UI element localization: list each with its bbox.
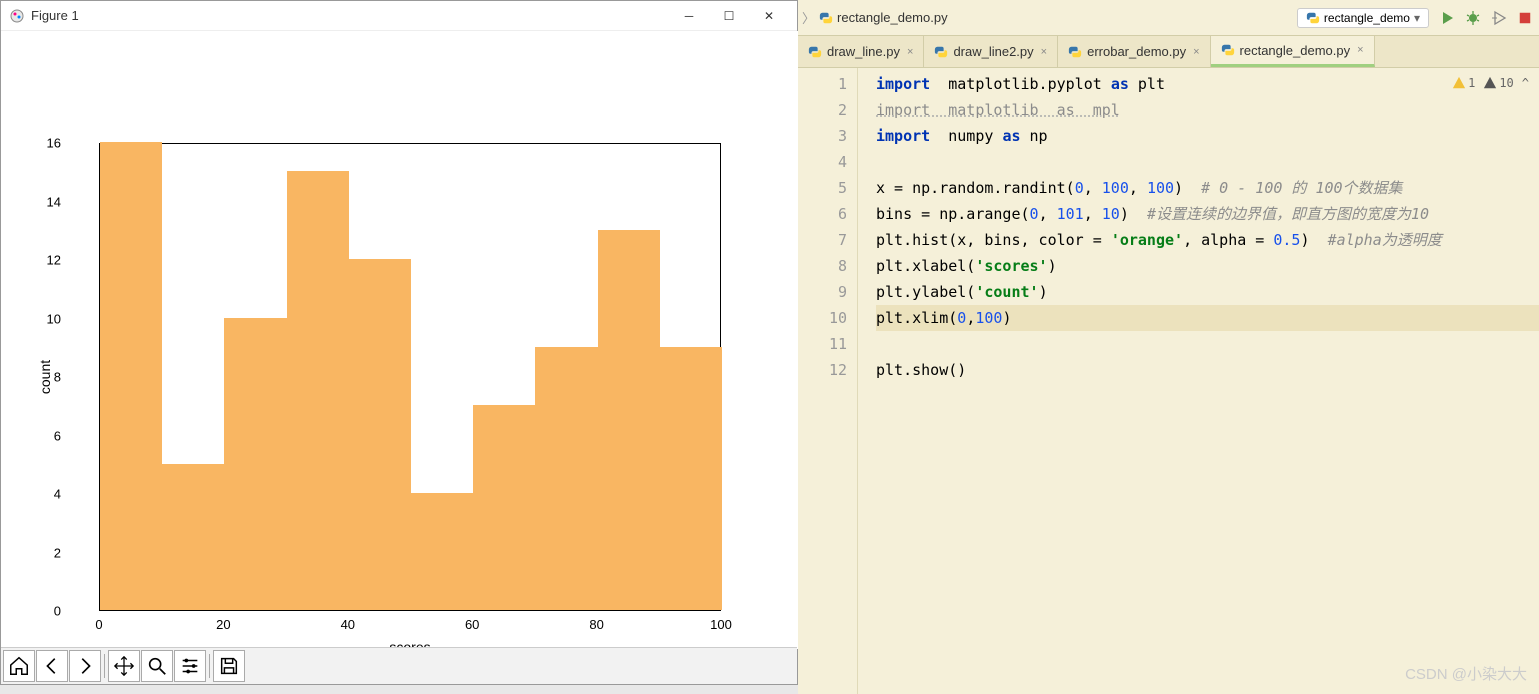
y-tick-label: 8 (31, 370, 61, 385)
y-tick-label: 16 (31, 136, 61, 151)
line-number: 12 (798, 357, 847, 383)
breadcrumb[interactable]: 〉 rectangle_demo.py (802, 8, 1297, 27)
x-tick-label: 0 (95, 617, 102, 632)
close-tab-icon[interactable]: × (1357, 44, 1363, 56)
close-button[interactable]: ✕ (749, 2, 789, 30)
histogram-bar (162, 464, 224, 610)
tab-label: errobar_demo.py (1087, 44, 1186, 59)
line-number: 3 (798, 123, 847, 149)
histogram-bar (411, 493, 473, 610)
y-tick-label: 12 (31, 253, 61, 268)
matplotlib-toolbar (1, 647, 797, 684)
close-tab-icon[interactable]: × (1041, 46, 1047, 58)
code-editor[interactable]: 1 10 ^ 123456789101112 import matplotlib… (798, 68, 1539, 694)
histogram-bar (535, 347, 597, 610)
debug-button[interactable] (1463, 8, 1483, 28)
y-tick-label: 10 (31, 311, 61, 326)
line-number: 1 (798, 71, 847, 97)
y-tick-label: 4 (31, 487, 61, 502)
tab-errobar-demo[interactable]: errobar_demo.py × (1058, 36, 1210, 67)
x-tick-label: 20 (216, 617, 230, 632)
warning-dark-badge: 10 (1483, 76, 1513, 90)
toolbar-separator (104, 654, 105, 678)
inspections-widget[interactable]: 1 10 ^ (1452, 76, 1529, 90)
minimize-button[interactable]: ─ (669, 2, 709, 30)
histogram-bar (598, 230, 660, 610)
breadcrumb-file: rectangle_demo.py (837, 10, 948, 25)
y-tick-label: 0 (31, 604, 61, 619)
tab-draw-line2[interactable]: draw_line2.py × (924, 36, 1058, 67)
app-icon (9, 8, 25, 24)
y-tick-label: 14 (31, 194, 61, 209)
ide-panel: 〉 rectangle_demo.py rectangle_demo ▾ dra… (798, 0, 1539, 694)
pan-icon[interactable] (108, 650, 140, 682)
titlebar[interactable]: Figure 1 ─ ☐ ✕ (1, 1, 797, 31)
line-number: 6 (798, 201, 847, 227)
configure-icon[interactable] (174, 650, 206, 682)
editor-tabs: draw_line.py × draw_line2.py × errobar_d… (798, 36, 1539, 68)
line-number: 11 (798, 331, 847, 357)
ide-toolbar: 〉 rectangle_demo.py rectangle_demo ▾ (798, 0, 1539, 36)
window-title: Figure 1 (31, 8, 669, 23)
line-number: 4 (798, 149, 847, 175)
x-tick-label: 40 (341, 617, 355, 632)
python-file-icon (1306, 11, 1320, 25)
histogram-bar (100, 142, 162, 610)
close-tab-icon[interactable]: × (907, 46, 913, 58)
chevron-right-icon: 〉 (802, 8, 815, 27)
tab-draw-line[interactable]: draw_line.py × (798, 36, 924, 67)
histogram-bar (349, 259, 411, 610)
line-number: 5 (798, 175, 847, 201)
python-file-icon (808, 45, 822, 59)
python-file-icon (1068, 45, 1082, 59)
line-number: 7 (798, 227, 847, 253)
line-number: 10 (798, 305, 847, 331)
figure-window: Figure 1 ─ ☐ ✕ count scores 024681012141… (0, 0, 798, 685)
maximize-button[interactable]: ☐ (709, 2, 749, 30)
forward-icon[interactable] (69, 650, 101, 682)
run-configuration-selector[interactable]: rectangle_demo ▾ (1297, 8, 1429, 28)
watermark: CSDN @小染大大 (1405, 663, 1527, 684)
run-with-coverage-button[interactable] (1489, 8, 1509, 28)
chart-axes (99, 143, 721, 611)
histogram-bar (287, 171, 349, 610)
fold-column (858, 68, 872, 694)
tab-label: rectangle_demo.py (1240, 43, 1351, 58)
stop-button[interactable] (1515, 8, 1535, 28)
tab-label: draw_line.py (827, 44, 900, 59)
x-tick-label: 60 (465, 617, 479, 632)
run-config-label: rectangle_demo (1324, 11, 1410, 25)
run-actions (1437, 8, 1535, 28)
chevron-down-icon: ▾ (1414, 11, 1420, 25)
back-icon[interactable] (36, 650, 68, 682)
zoom-icon[interactable] (141, 650, 173, 682)
code-content[interactable]: import matplotlib.pyplot as plt import m… (872, 68, 1539, 694)
python-file-icon (934, 45, 948, 59)
histogram-bar (660, 347, 722, 610)
toolbar-separator (209, 654, 210, 678)
line-number: 9 (798, 279, 847, 305)
python-file-icon (1221, 43, 1235, 57)
home-icon[interactable] (3, 650, 35, 682)
plot-area: count scores 0246810121416 020406080100 (1, 31, 799, 649)
python-file-icon (819, 11, 833, 25)
y-tick-label: 6 (31, 428, 61, 443)
tab-label: draw_line2.py (953, 44, 1033, 59)
line-number: 8 (798, 253, 847, 279)
save-icon[interactable] (213, 650, 245, 682)
histogram-bar (473, 405, 535, 610)
line-number: 2 (798, 97, 847, 123)
x-tick-label: 80 (589, 617, 603, 632)
warning-yellow-badge: 1 (1452, 76, 1475, 90)
tab-rectangle-demo[interactable]: rectangle_demo.py × (1211, 36, 1375, 67)
close-tab-icon[interactable]: × (1193, 46, 1199, 58)
chevron-up-icon[interactable]: ^ (1522, 76, 1529, 90)
histogram-bar (224, 318, 286, 611)
run-button[interactable] (1437, 8, 1457, 28)
line-gutter: 123456789101112 (798, 68, 858, 694)
x-tick-label: 100 (710, 617, 732, 632)
y-tick-label: 2 (31, 545, 61, 560)
